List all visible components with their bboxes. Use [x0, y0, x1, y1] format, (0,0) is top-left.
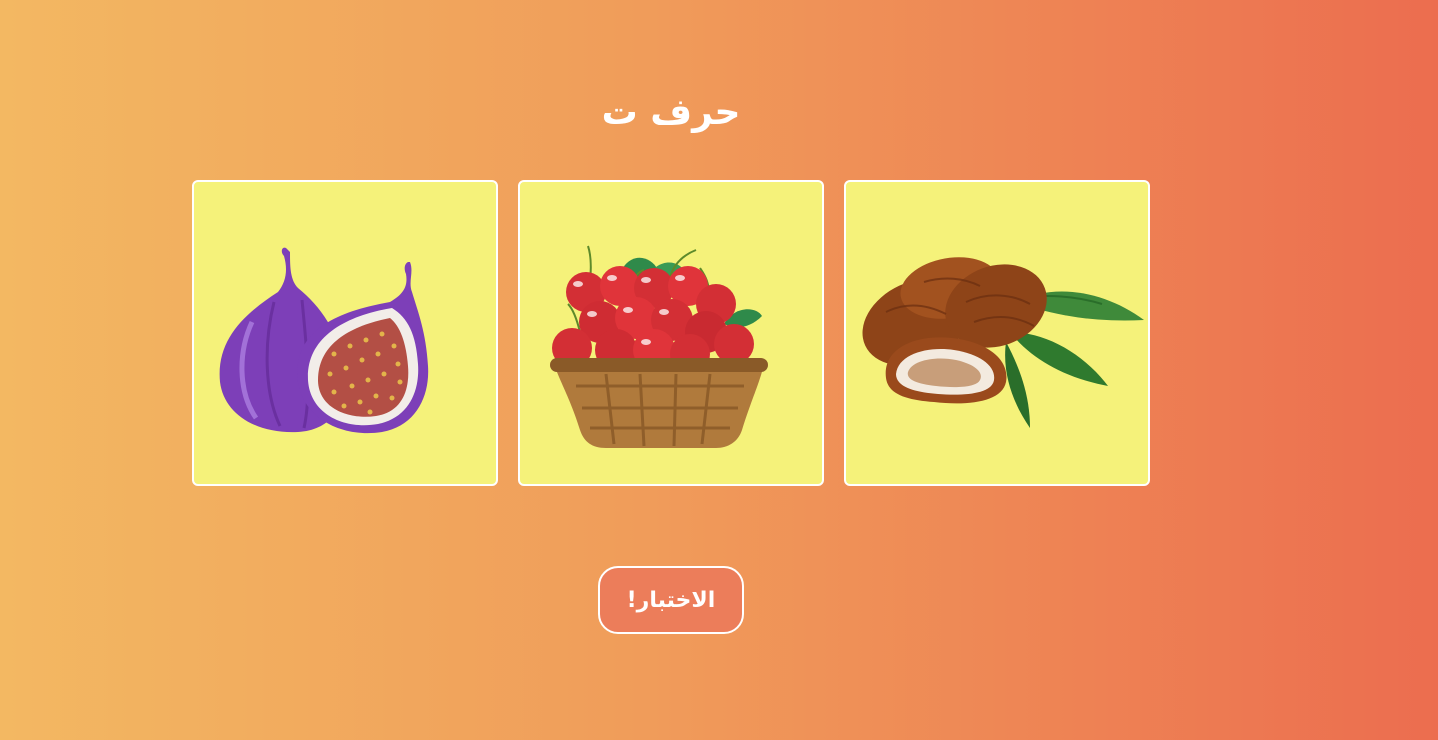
test-button[interactable]: الاختبار!	[598, 566, 744, 634]
choice-cards	[192, 180, 1150, 486]
card-dates[interactable]	[844, 180, 1150, 486]
fig-icon	[219, 247, 429, 434]
card-fig[interactable]	[192, 180, 498, 486]
page-title: حرف ت	[601, 92, 741, 133]
card-cherry-basket[interactable]	[518, 180, 824, 486]
dates-icon	[862, 257, 1144, 428]
cherry-basket-icon	[550, 245, 768, 448]
